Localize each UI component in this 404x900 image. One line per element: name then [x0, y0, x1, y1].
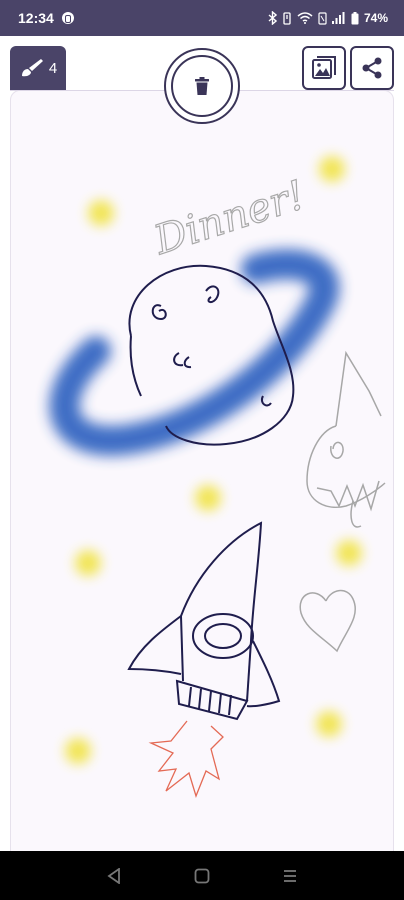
nfc-icon — [318, 11, 327, 25]
rocket-flame — [148, 720, 224, 798]
clear-canvas-button[interactable] — [164, 48, 240, 124]
brush-size-button[interactable]: 4 — [10, 46, 66, 90]
gallery-button[interactable] — [302, 46, 346, 90]
nav-recents-button[interactable] — [270, 856, 310, 896]
battery-level: 74% — [363, 11, 388, 25]
nav-recents-icon — [284, 869, 296, 882]
signal-icon — [331, 12, 345, 24]
notification-icon — [61, 12, 74, 24]
star — [316, 711, 342, 737]
star — [75, 550, 101, 576]
star — [195, 485, 221, 511]
brush-count: 4 — [48, 59, 58, 77]
status-left: 12:34 — [18, 10, 74, 26]
drawing-svg[interactable]: Dinner! — [11, 91, 394, 878]
battery-icon — [351, 11, 359, 24]
nav-home-icon — [194, 868, 210, 883]
status-bar: 12:34 74% — [0, 0, 404, 36]
star — [65, 738, 91, 764]
share-icon — [362, 57, 382, 79]
star — [88, 200, 114, 226]
heart-drawing — [299, 589, 356, 653]
nav-home-button[interactable] — [182, 856, 222, 896]
bluetooth-icon — [268, 11, 277, 25]
status-time: 12:34 — [18, 10, 54, 26]
paintbrush-icon — [21, 59, 43, 77]
wifi-icon — [297, 12, 313, 24]
trash-icon — [195, 77, 209, 95]
drawing-app: Dinner! 4 — [0, 36, 404, 878]
cat-drawing — [306, 350, 386, 528]
system-nav-bar — [0, 851, 404, 900]
drawing-canvas[interactable]: Dinner! — [10, 90, 394, 878]
star — [319, 156, 345, 182]
nav-back-icon — [107, 867, 120, 884]
nav-back-button[interactable] — [94, 856, 134, 896]
rocket-drawing — [127, 521, 281, 721]
star — [336, 540, 362, 566]
share-button[interactable] — [350, 46, 394, 90]
status-right: 74% — [268, 11, 388, 25]
clear-canvas-ring — [171, 55, 233, 117]
image-gallery-icon — [312, 56, 336, 79]
alarm-icon — [283, 11, 291, 25]
